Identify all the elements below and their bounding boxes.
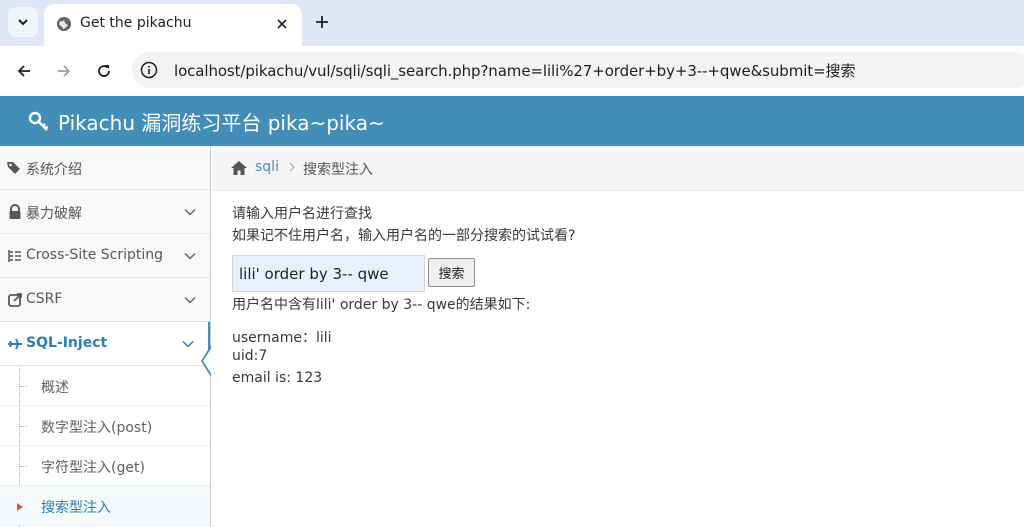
sidebar-item-label: 系统介绍 (26, 162, 82, 178)
submenu-item-label: 数字型注入(post) (41, 420, 153, 436)
sidebar-item-label: SQL-Inject (26, 335, 108, 351)
app-header: Pikachu 漏洞练习平台 pika~pika~ (0, 96, 1024, 146)
browser-tabstrip: Get the pikachu (0, 0, 1024, 46)
result-uid: uid:7 (232, 348, 268, 364)
plane-icon (8, 338, 22, 350)
reload-icon (98, 65, 110, 77)
url-text[interactable]: localhost/pikachu/vul/sqli/sqli_search.p… (174, 60, 855, 81)
key-icon (28, 111, 49, 131)
chevron-down-icon (182, 340, 194, 348)
result-header: 用户名中含有lili' order by 3-- qwe的结果如下: (232, 297, 531, 313)
sidebar-item-label: CSRF (26, 291, 63, 307)
info-icon[interactable] (140, 61, 158, 79)
list-icon (8, 250, 21, 262)
sidebar-item-xss[interactable]: Cross-Site Scripting (0, 234, 210, 278)
sidebar-item-label: 暴力破解 (26, 206, 82, 222)
reload-button[interactable] (90, 57, 118, 85)
sidebar: 系统介绍 暴力破解 Cross-Site Scripting CSRF SQL-… (0, 146, 211, 527)
search-button[interactable]: 搜索 (428, 258, 475, 287)
search-prompt-line2: 如果记不住用户名，输入用户名的一部分搜索的试试看? (232, 228, 576, 244)
sidebar-item-label: Cross-Site Scripting (26, 247, 164, 263)
forward-button[interactable] (50, 57, 78, 85)
caret-right-icon (17, 503, 23, 511)
home-icon[interactable] (230, 160, 248, 176)
close-icon (277, 19, 287, 29)
breadcrumb-link-sqli[interactable]: sqli (255, 159, 279, 175)
chevron-down-icon (184, 296, 196, 304)
share-icon (8, 293, 22, 307)
browser-tab-active[interactable]: Get the pikachu (44, 4, 302, 46)
submenu-tree-dash (20, 466, 28, 467)
breadcrumb: sqli 搜索型注入 (212, 146, 1024, 191)
globe-icon (57, 17, 71, 31)
submenu-item-numeric-post[interactable]: 数字型注入(post) (0, 406, 210, 446)
search-input[interactable] (232, 255, 425, 292)
tab-search-button[interactable] (8, 7, 38, 37)
arrow-right-icon (58, 65, 71, 77)
sidebar-item-csrf[interactable]: CSRF (0, 278, 210, 322)
arrow-left-icon (17, 65, 30, 77)
submenu-item-label: 概述 (41, 380, 69, 396)
submenu-item-search[interactable]: 搜索型注入 (0, 486, 210, 526)
tab-close-button[interactable] (272, 14, 292, 34)
submenu-item-label: 搜索型注入 (41, 500, 111, 516)
search-prompt-line1: 请输入用户名进行查找 (232, 206, 372, 222)
sidebar-item-bruteforce[interactable]: 暴力破解 (0, 190, 210, 234)
breadcrumb-current: 搜索型注入 (303, 162, 373, 178)
tab-title: Get the pikachu (80, 15, 192, 31)
sidebar-item-sqli[interactable]: SQL-Inject (0, 322, 210, 366)
submenu-item-string-get[interactable]: 字符型注入(get) (0, 446, 210, 486)
result-email: email is: 123 (232, 370, 323, 386)
submenu-tree-dash (20, 386, 28, 387)
app-title: Pikachu 漏洞练习平台 pika~pika~ (58, 111, 385, 135)
browser-toolbar: localhost/pikachu/vul/sqli/sqli_search.p… (0, 46, 1024, 96)
result-username: username：lili (232, 330, 332, 346)
tags-icon (7, 162, 20, 174)
submenu-item-label: 字符型注入(get) (41, 460, 145, 476)
address-bar[interactable]: localhost/pikachu/vul/sqli/sqli_search.p… (132, 52, 1024, 88)
submenu-tree-dash (20, 426, 28, 427)
lock-icon (9, 204, 21, 219)
new-tab-button[interactable] (308, 8, 336, 36)
submenu-item-overview[interactable]: 概述 (0, 366, 210, 406)
active-item-indicator-inner (203, 347, 212, 375)
chevron-down-icon (184, 208, 196, 216)
chevron-right-icon (289, 162, 295, 172)
chevron-down-icon (18, 19, 28, 26)
sidebar-item-intro[interactable]: 系统介绍 (0, 146, 210, 190)
chevron-down-icon (184, 252, 196, 260)
sqli-submenu: 概述 数字型注入(post) 字符型注入(get) 搜索型注入 (0, 366, 210, 527)
plus-icon (316, 16, 328, 28)
app-brand[interactable]: Pikachu 漏洞练习平台 pika~pika~ (28, 107, 385, 136)
back-button[interactable] (10, 57, 38, 85)
